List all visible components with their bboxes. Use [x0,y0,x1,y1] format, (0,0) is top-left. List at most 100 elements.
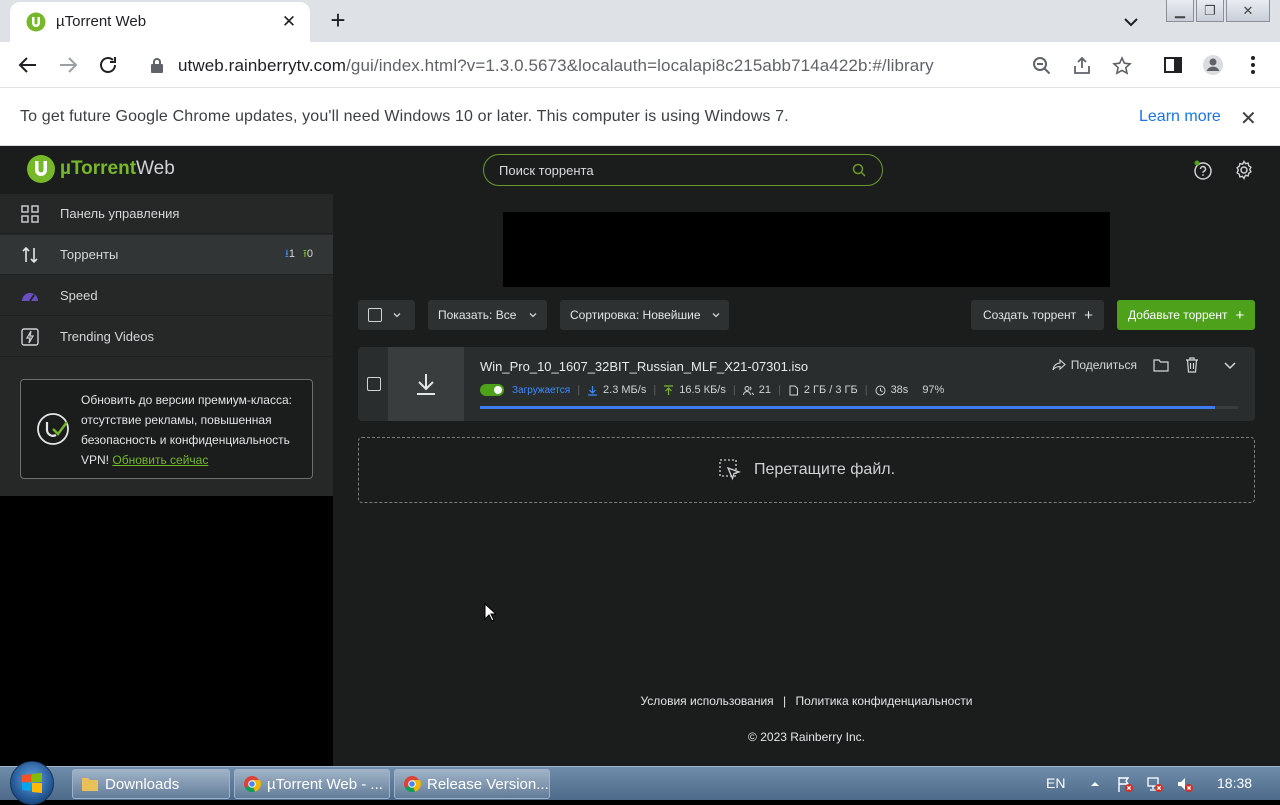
footer-separator: | [783,694,787,708]
menu-kebab-icon[interactable] [1242,54,1264,76]
torrent-name[interactable]: Win_Pro_10_1607_32BIT_Russian_MLF_X21-07… [480,359,808,374]
drag-drop-icon [719,459,742,481]
taskbar-release-version[interactable]: Release Version... [394,769,550,799]
file-size-icon [789,385,798,395]
torrent-thumbnail[interactable] [388,347,464,421]
taskbar-downloads[interactable]: Downloads [72,769,230,799]
sidebar: Панель управления Торренты ⭳1 ⭱0 Speed T… [0,194,333,496]
windows-logo-icon [22,773,42,793]
promo-text: Обновить до версии премиум-класса: отсут… [81,393,292,467]
copyright: © 2023 Rainberry Inc. [748,730,865,744]
bookmark-star-icon[interactable] [1112,56,1132,76]
download-arrow-icon [417,374,435,395]
update-infobar: To get future Google Chrome updates, you… [0,88,1280,146]
torrent-status: Загружается [512,384,571,396]
share-button[interactable]: Поделиться [1052,358,1137,372]
minimize-button[interactable]: ▁ [1166,0,1194,22]
upload-speed: 16.5 КБ/s [679,384,726,396]
tab-close-icon[interactable]: ✕ [280,12,298,31]
tab-search-chevron-icon[interactable] [1120,12,1142,32]
torrent-stats: Загружается | 2.3 МБ/s | 16.5 КБ/s | 21 … [480,384,944,396]
ad-banner[interactable] [503,212,1110,287]
browser-toolbar: utweb.rainberrytv.com/gui/index.html?v=1… [0,42,1280,88]
sidebar-item-label: Торренты [60,247,119,262]
side-panel-icon[interactable] [1162,54,1184,76]
utorrent-logo[interactable]: µTorrentWeb [26,154,175,184]
show-filter-dropdown[interactable]: Показать: Все [428,300,547,330]
chrome-icon [404,776,421,793]
progress-bar-fill [480,406,1216,409]
search-icon[interactable] [852,163,866,177]
sidebar-item-speed[interactable]: Speed [0,276,333,316]
privacy-link[interactable]: Политика конфиденциальности [795,694,972,708]
chevron-down-icon [712,313,719,318]
infobar-message: To get future Google Chrome updates, you… [20,108,789,125]
taskbar-item-label: Downloads [105,775,180,793]
start-button[interactable] [10,761,54,805]
plus-icon: + [1084,306,1093,324]
new-tab-button[interactable]: + [326,7,350,33]
sort-value: Новейшие [642,308,701,322]
restore-button[interactable]: ❐ [1196,0,1224,22]
sidebar-item-label: Панель управления [60,206,180,221]
language-indicator[interactable]: EN [1046,775,1065,791]
create-torrent-button[interactable]: Создать торрент + [971,300,1104,330]
action-center-flag-icon[interactable] [1116,775,1134,793]
upgrade-now-link[interactable]: Обновить сейчас [112,453,208,467]
delete-trash-icon[interactable] [1185,357,1199,373]
torrent-checkbox[interactable] [367,377,381,391]
network-icon[interactable] [1146,775,1164,793]
sort-label: Сортировка: [570,308,640,322]
sidebar-item-label: Trending Videos [60,329,154,344]
window-close-button[interactable]: ✕ [1226,0,1270,22]
back-arrow-icon[interactable] [16,53,40,77]
volume-muted-icon[interactable] [1176,775,1194,793]
file-size: 2 ГБ / 3 ГБ [803,384,858,396]
learn-more-link[interactable]: Learn more [1139,108,1221,126]
share-label: Поделиться [1070,358,1137,372]
taskbar-utorrent-web[interactable]: µTorrent Web - ... [234,769,390,799]
torrent-row[interactable]: Win_Pro_10_1607_32BIT_Russian_MLF_X21-07… [358,347,1255,421]
torrent-actions: Поделиться [1052,357,1237,373]
share-icon[interactable] [1072,56,1092,76]
chevron-down-icon [393,313,401,318]
utorrent-favicon-icon [26,12,46,32]
utorrent-logo-icon [27,155,55,183]
terms-link[interactable]: Условия использования [640,694,773,708]
select-all-checkbox[interactable] [368,308,382,322]
tab-title: µTorrent Web [56,13,147,30]
folder-icon [82,778,98,791]
address-bar[interactable]: utweb.rainberrytv.com/gui/index.html?v=1… [136,47,1146,83]
plus-icon: + [1235,306,1245,324]
sort-dropdown[interactable]: Сортировка: Новейшие [560,300,729,330]
sidebar-item-torrents[interactable]: Торренты ⭳1 ⭱0 [0,235,333,275]
zoom-icon[interactable] [1032,56,1052,76]
add-torrent-button[interactable]: Добавьте торрент + [1117,300,1255,330]
settings-gear-icon[interactable] [1233,159,1255,181]
select-all-dropdown[interactable] [358,300,415,330]
profile-avatar-icon[interactable] [1202,54,1224,76]
browser-tab[interactable]: µTorrent Web ✕ [10,2,310,42]
sidebar-item-dashboard[interactable]: Панель управления [0,194,333,234]
reload-icon[interactable] [96,53,120,77]
sidebar-item-label: Speed [60,288,98,303]
file-drop-zone[interactable]: Перетащите файл. [358,437,1255,503]
create-torrent-label: Создать торрент [983,308,1077,322]
lock-icon[interactable] [150,57,164,73]
infobar-close-icon[interactable]: ✕ [1240,106,1257,131]
trending-icon [21,327,39,346]
speedometer-icon [22,292,38,302]
open-folder-icon[interactable] [1153,358,1169,372]
help-icon[interactable] [1192,159,1214,181]
forward-arrow-icon[interactable] [56,53,80,77]
search-placeholder: Поиск торрента [499,163,594,178]
browser-tab-strip: µTorrent Web ✕ + ▁ ❐ ✕ [0,0,1280,42]
torrent-toggle-switch[interactable] [480,384,504,396]
share-arrow-icon [1052,359,1066,371]
expand-chevron-icon[interactable] [1223,358,1237,372]
torrent-search-input[interactable]: Поиск торрента [483,154,883,186]
url-text: utweb.rainberrytv.com/gui/index.html?v=1… [178,56,934,75]
clock-time[interactable]: 18:38 [1217,775,1252,791]
tray-expand-icon[interactable] [1086,775,1104,793]
sidebar-item-trending-videos[interactable]: Trending Videos [0,317,333,357]
